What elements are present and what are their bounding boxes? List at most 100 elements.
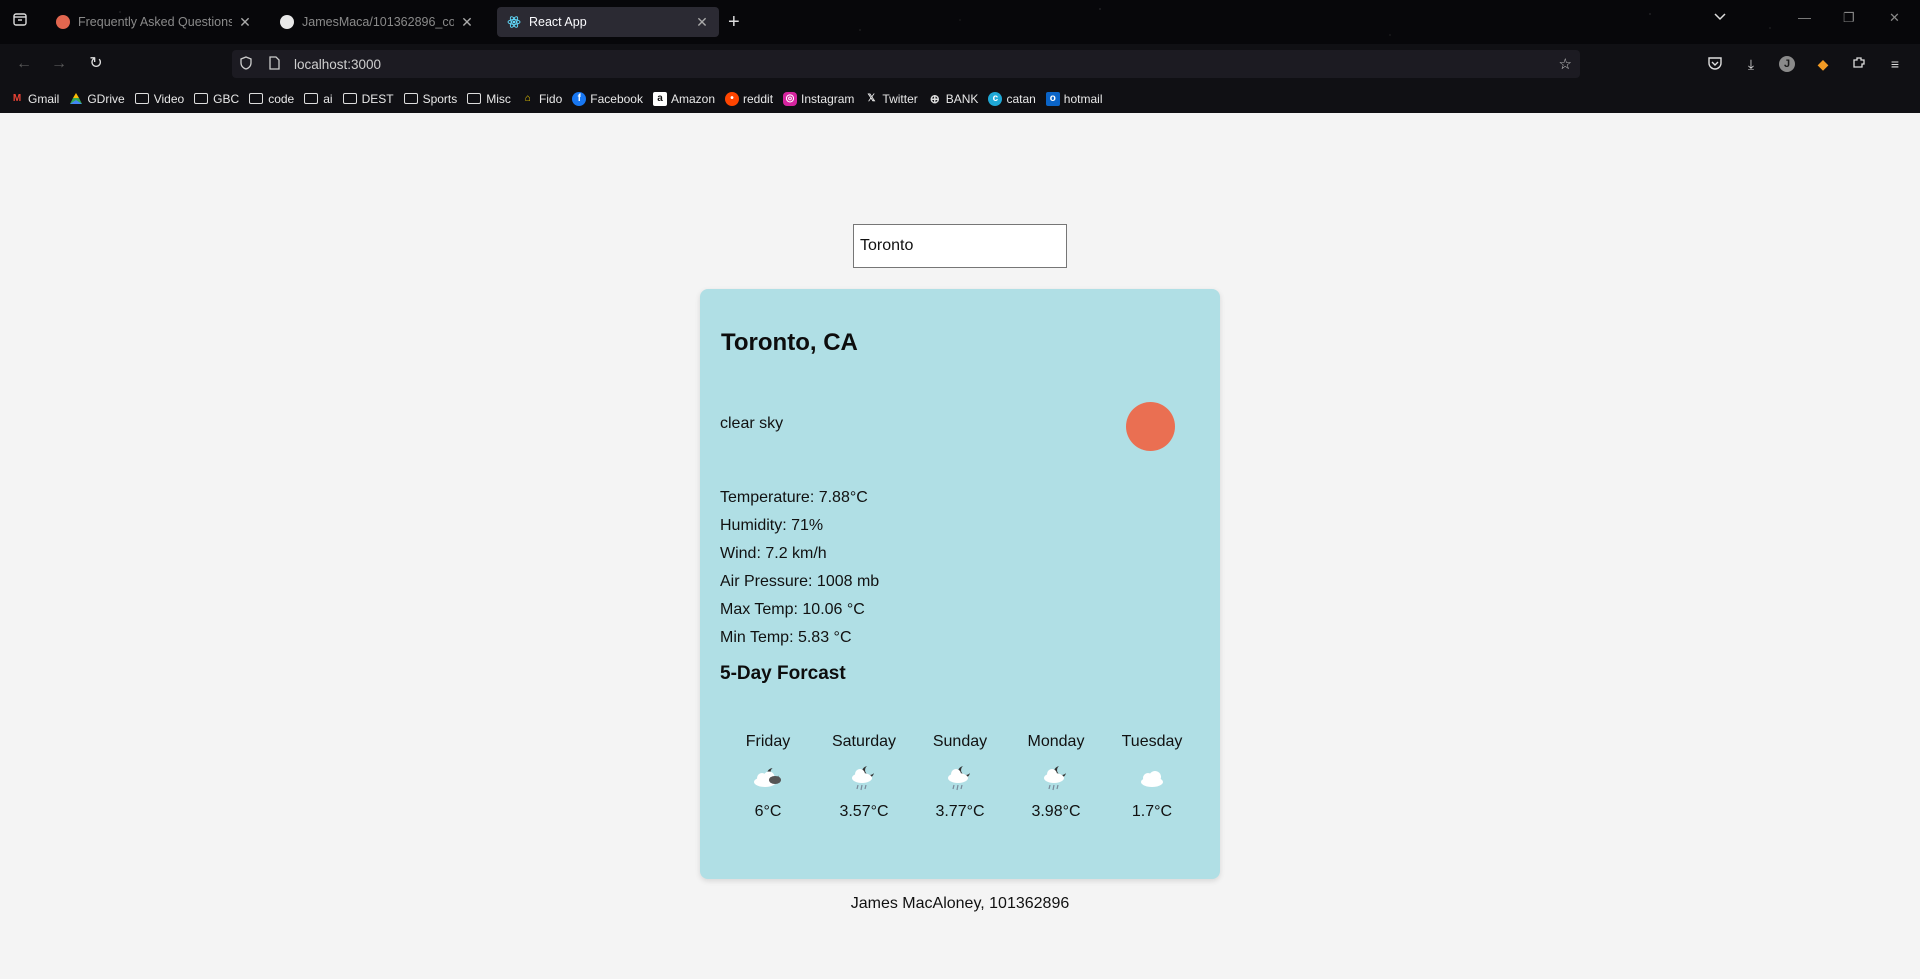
tab-title: Frequently Asked Questions - O [78,15,232,29]
forecast-day: Friday 6°C [723,732,813,822]
bookmarks-toolbar: M Gmail GDrive Video GBC code ai DEST Spo… [0,84,1920,113]
folder-icon [194,93,209,104]
forecast-day-name: Saturday [831,733,897,750]
bookmark-bank[interactable]: ⊕ BANK [928,92,979,106]
browser-chrome: Frequently Asked Questions - O ✕ JamesMa… [0,0,1920,113]
forecast-temp: 3.77°C [935,803,985,820]
forecast-list: Friday 6°C Saturday 3.57°C Sunday 3.77°C… [720,732,1200,822]
window-close-icon[interactable]: ✕ [1889,10,1900,26]
tab-title: React App [529,15,587,29]
list-all-tabs-icon[interactable] [1713,10,1727,27]
facebook-icon: f [572,91,587,106]
shield-icon[interactable] [240,55,256,73]
close-tab-icon[interactable]: ✕ [695,14,709,31]
weather-stats: Temperature: 7.88°C Humidity: 71% Wind: … [720,484,879,652]
extension-diamond-icon[interactable]: ◆ [1814,55,1832,73]
bookmark-folder-misc[interactable]: Misc [467,92,511,106]
restore-icon[interactable]: ❐ [1843,10,1855,26]
bookmark-fido[interactable]: ⌂ Fido [521,92,562,106]
max-temp-stat: Max Temp: 10.06 °C [720,601,865,618]
back-icon[interactable]: ← [14,54,34,74]
bookmark-amazon[interactable]: a Amazon [652,91,715,106]
bookmark-instagram[interactable]: ◎ Instagram [783,91,854,106]
close-tab-icon[interactable]: ✕ [460,14,474,31]
amazon-icon: a [652,91,667,106]
weather-card: Toronto, CA clear sky Temperature: 7.88°… [700,289,1220,879]
bookmark-twitter[interactable]: 𝕏 Twitter [864,92,917,106]
folder-icon [249,93,264,104]
bookmark-catan[interactable]: c catan [988,91,1036,106]
twitter-icon: 𝕏 [867,93,876,104]
bookmark-reddit[interactable]: • reddit [725,91,773,106]
fido-icon: ⌂ [524,93,531,104]
github-favicon-icon [280,15,294,29]
tab-overview-icon[interactable] [8,10,32,34]
bookmark-star-icon[interactable]: ☆ [1559,55,1572,73]
forecast-day: Saturday 3.57°C [819,732,909,822]
forecast-day: Tuesday 1.7°C [1107,732,1197,822]
bookmark-folder-gbc[interactable]: GBC [194,92,239,106]
nav-bar: ← → ↻ localhost:3000 ☆ ⤓ J ◆ ≡ [0,44,1920,84]
forecast-day: Monday 3.98°C [1011,732,1101,822]
forecast-day-name: Monday [1027,733,1085,750]
pressure-stat: Air Pressure: 1008 mb [720,573,880,590]
bookmark-facebook[interactable]: f Facebook [572,91,643,106]
menu-hamburger-icon[interactable]: ≡ [1886,55,1904,73]
brain-favicon-icon [56,15,70,29]
bookmark-gdrive[interactable]: GDrive [69,92,125,106]
forecast-temp: 6°C [754,803,782,820]
forecast-day-name: Friday [745,733,791,750]
new-tab-icon[interactable]: + [728,10,740,34]
reload-icon[interactable]: ↻ [86,54,106,74]
forward-icon[interactable]: → [49,54,69,74]
bookmark-folder-ai[interactable]: ai [304,92,333,106]
tab-bar: Frequently Asked Questions - O ✕ JamesMa… [0,0,1920,44]
globe-icon: ⊕ [929,91,940,106]
min-temp-stat: Min Temp: 5.83 °C [720,629,852,646]
minimize-icon[interactable]: — [1798,10,1811,25]
forecast-temp: 3.57°C [839,803,889,820]
bookmark-gmail[interactable]: M Gmail [10,92,60,106]
temperature-stat: Temperature: 7.88°C [720,489,868,506]
gmail-icon: M [12,93,22,104]
forecast-temp: 3.98°C [1031,803,1081,820]
tab-title: JamesMaca/101362896_comp3 [302,15,454,29]
city-search-input[interactable] [853,224,1067,268]
outlook-icon: o [1045,91,1060,106]
folder-icon [467,93,482,104]
tab-faq[interactable]: Frequently Asked Questions - O ✕ [46,7,262,37]
instagram-icon: ◎ [783,91,798,106]
weather-description: clear sky [720,415,784,432]
bookmark-folder-sports[interactable]: Sports [403,92,457,106]
gdrive-icon [69,92,83,106]
url-bar[interactable]: localhost:3000 ☆ [232,50,1580,78]
tab-react-app[interactable]: React App ✕ [497,7,719,37]
catan-icon: c [988,91,1003,106]
url-text[interactable]: localhost:3000 [294,57,381,72]
forecast-day-name: Sunday [932,733,988,750]
tab-github[interactable]: JamesMaca/101362896_comp3 ✕ [270,7,484,37]
night-rain-icon [819,759,909,797]
close-tab-icon[interactable]: ✕ [238,14,252,31]
extensions-puzzle-icon[interactable] [1850,55,1868,73]
bookmark-folder-video[interactable]: Video [134,92,184,106]
humidity-stat: Humidity: 71% [720,517,824,534]
folder-icon [403,93,418,104]
account-avatar-icon[interactable]: J [1779,56,1795,72]
city-title: Toronto, CA [721,329,858,356]
downloads-icon[interactable]: ⤓ [1742,55,1760,73]
cloud-icon [1107,759,1197,797]
forecast-day: Sunday 3.77°C [915,732,1005,822]
bookmark-folder-code[interactable]: code [249,92,294,106]
folder-icon [342,93,357,104]
forecast-temp: 1.7°C [1131,803,1173,820]
react-favicon-icon [507,15,521,29]
page-info-icon[interactable] [268,55,284,73]
night-rain-icon [915,759,1005,797]
night-cloud-icon [723,759,813,797]
pocket-icon[interactable] [1706,55,1724,73]
reddit-icon: • [725,91,740,106]
folder-icon [304,93,319,104]
bookmark-hotmail[interactable]: o hotmail [1045,91,1102,106]
bookmark-folder-dest[interactable]: DEST [342,92,394,106]
